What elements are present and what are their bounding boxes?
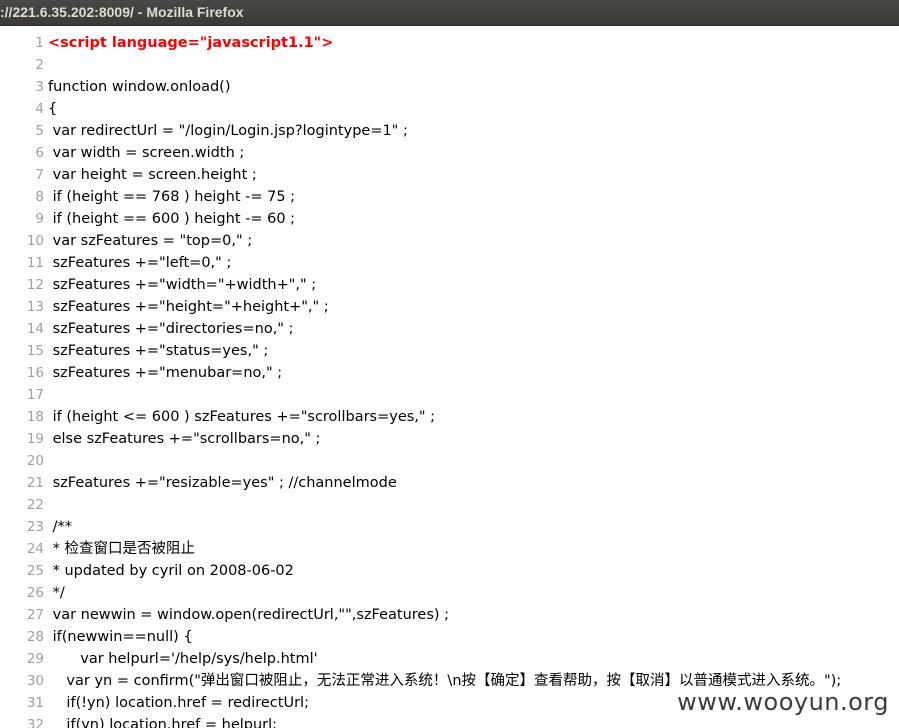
code-text: var helpurl='/help/sys/help.html': [48, 651, 318, 667]
code-line: 2: [0, 54, 899, 76]
code-line: 3 function window.onload(): [0, 76, 899, 98]
line-number: 27: [26, 607, 44, 623]
code-line: 13 szFeatures +="height="+height+"," ;: [0, 296, 899, 318]
line-number: 25: [26, 563, 44, 579]
line-number: 4: [35, 101, 44, 117]
code-line: 23 /**: [0, 516, 899, 538]
code-line: 21 szFeatures +="resizable=yes" ; //chan…: [0, 472, 899, 494]
watermark: www.wooyun.org: [677, 688, 889, 716]
line-number: 10: [26, 233, 44, 249]
line-number: 9: [35, 211, 44, 227]
code-line: 14 szFeatures +="directories=no," ;: [0, 318, 899, 340]
line-number: 5: [35, 123, 44, 139]
line-number: 8: [35, 189, 44, 205]
code-text: else szFeatures +="scrollbars=no," ;: [48, 431, 321, 447]
code-text: if (height == 600 ) height -= 60 ;: [48, 211, 296, 227]
line-number: 21: [26, 475, 44, 491]
code-line: 24 * 检查窗口是否被阻止: [0, 538, 899, 560]
line-number: 28: [26, 629, 44, 645]
code-line: 7 var height = screen.height ;: [0, 164, 899, 186]
code-text: <script language="javascript1.1">: [48, 35, 334, 51]
code-text: */: [48, 585, 65, 601]
code-text: szFeatures +="width="+width+"," ;: [48, 277, 317, 293]
line-number: 2: [35, 57, 44, 73]
code-line: 29 var helpurl='/help/sys/help.html': [0, 648, 899, 670]
code-text: if (height == 768 ) height -= 75 ;: [48, 189, 296, 205]
code-text: szFeatures +="menubar=no," ;: [48, 365, 283, 381]
code-line: 16 szFeatures +="menubar=no," ;: [0, 362, 899, 384]
code-line: 26 */: [0, 582, 899, 604]
line-number: 20: [26, 453, 44, 469]
line-number: 14: [26, 321, 44, 337]
line-number: 6: [35, 145, 44, 161]
code-text: * updated by cyril on 2008-06-02: [48, 563, 294, 579]
code-text: var szFeatures = "top=0," ;: [48, 233, 253, 249]
line-number: 12: [26, 277, 44, 293]
line-number: 23: [26, 519, 44, 535]
line-number: 1: [35, 35, 44, 51]
line-number: 17: [26, 387, 44, 403]
window-titlebar[interactable]: ://221.6.35.202:8009/ - Mozilla Firefox: [0, 0, 899, 26]
line-number: 32: [26, 717, 44, 728]
line-number: 16: [26, 365, 44, 381]
code-line: 1 <script language="javascript1.1">: [0, 32, 899, 54]
code-line: 11 szFeatures +="left=0," ;: [0, 252, 899, 274]
code-text: var newwin = window.open(redirectUrl,"",…: [48, 607, 450, 623]
line-number: 22: [26, 497, 44, 513]
code-line: 9 if (height == 600 ) height -= 60 ;: [0, 208, 899, 230]
code-text: szFeatures +="resizable=yes" ; //channel…: [48, 475, 397, 491]
line-number: 19: [26, 431, 44, 447]
code-line: 5 var redirectUrl = "/login/Login.jsp?lo…: [0, 120, 899, 142]
code-text: /**: [48, 519, 72, 535]
line-number: 26: [26, 585, 44, 601]
code-line: 27 var newwin = window.open(redirectUrl,…: [0, 604, 899, 626]
line-number: 29: [26, 651, 44, 667]
code-line: 32 if(yn) location.href = helpurl;: [0, 714, 899, 728]
code-text: if(!yn) location.href = redirectUrl;: [48, 695, 309, 711]
line-number: 18: [26, 409, 44, 425]
line-number: 15: [26, 343, 44, 359]
code-text: szFeatures +="directories=no," ;: [48, 321, 294, 337]
code-line: 20: [0, 450, 899, 472]
line-number: 31: [26, 695, 44, 711]
code-line: 25 * updated by cyril on 2008-06-02: [0, 560, 899, 582]
code-line: 15 szFeatures +="status=yes," ;: [0, 340, 899, 362]
code-text: var redirectUrl = "/login/Login.jsp?logi…: [48, 123, 408, 139]
code-line: 18 if (height <= 600 ) szFeatures +="scr…: [0, 406, 899, 428]
code-line: 28 if(newwin==null) {: [0, 626, 899, 648]
code-line: 6 var width = screen.width ;: [0, 142, 899, 164]
code-text: var height = screen.height ;: [48, 167, 257, 183]
browser-window: ://221.6.35.202:8009/ - Mozilla Firefox …: [0, 0, 899, 728]
code-text: szFeatures +="left=0," ;: [48, 255, 232, 271]
code-text: var width = screen.width ;: [48, 145, 245, 161]
code-text: if (height <= 600 ) szFeatures +="scroll…: [48, 409, 436, 425]
code-text: if(yn) location.href = helpurl;: [48, 717, 278, 728]
line-number: 24: [26, 541, 44, 557]
code-line: 17: [0, 384, 899, 406]
page-source-view[interactable]: 1 <script language="javascript1.1"> 2 3 func…: [0, 26, 899, 728]
code-line: 19 else szFeatures +="scrollbars=no," ;: [0, 428, 899, 450]
line-number: 11: [26, 255, 44, 271]
code-text: * 检查窗口是否被阻止: [48, 541, 195, 557]
code-line: 22: [0, 494, 899, 516]
code-line: 4{: [0, 98, 899, 120]
window-title: ://221.6.35.202:8009/ - Mozilla Firefox: [0, 4, 244, 20]
code-text: {: [48, 101, 58, 117]
code-text: szFeatures +="status=yes," ;: [48, 343, 269, 359]
line-number: 7: [35, 167, 44, 183]
code-text: szFeatures +="height="+height+"," ;: [48, 299, 329, 315]
code-line: 8 if (height == 768 ) height -= 75 ;: [0, 186, 899, 208]
code-line: 10 var szFeatures = "top=0," ;: [0, 230, 899, 252]
code-text: if(newwin==null) {: [48, 629, 193, 645]
line-number: 13: [26, 299, 44, 315]
code-text: function window.onload(): [48, 79, 231, 95]
code-line: 12 szFeatures +="width="+width+"," ;: [0, 274, 899, 296]
line-number: 30: [26, 673, 44, 689]
line-number: 3: [35, 79, 44, 95]
